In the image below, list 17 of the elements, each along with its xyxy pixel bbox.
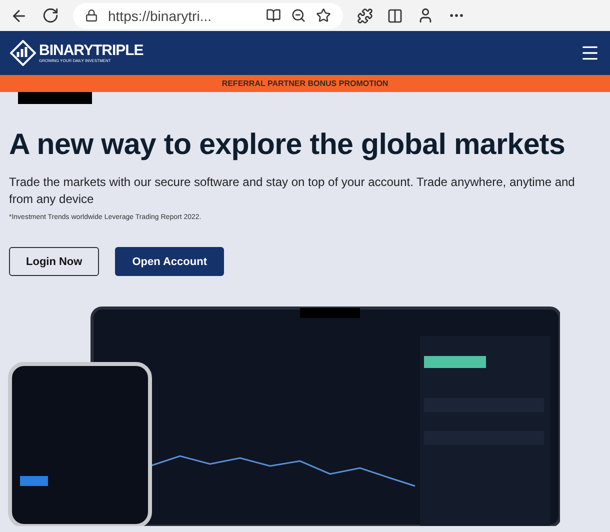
reader-icon[interactable] <box>266 8 281 23</box>
logo-name: BINARYTRIPLE <box>39 43 144 58</box>
split-screen-icon[interactable] <box>387 8 403 24</box>
zoom-out-icon[interactable] <box>291 8 306 23</box>
hero-title: A new way to explore the global markets <box>9 128 566 162</box>
lock-icon <box>85 9 98 22</box>
star-icon[interactable] <box>316 8 331 23</box>
url-text: https://binarytri... <box>108 8 212 24</box>
extension-icon[interactable] <box>357 8 373 24</box>
profile-icon[interactable] <box>417 7 434 24</box>
login-button[interactable]: Login Now <box>9 247 100 276</box>
promo-text[interactable]: REFERRAL PARTNER BONUS PROMOTION <box>222 79 388 88</box>
logo-icon <box>10 40 36 66</box>
hero-description: Trade the markets with our secure software and stay on top of your account. Trade anywhere, anytime and from any device <box>9 174 576 208</box>
address-bar[interactable]: https://binarytri... <box>73 2 343 28</box>
open-account-button[interactable]: Open Account <box>115 247 224 276</box>
reload-icon[interactable] <box>42 7 59 24</box>
